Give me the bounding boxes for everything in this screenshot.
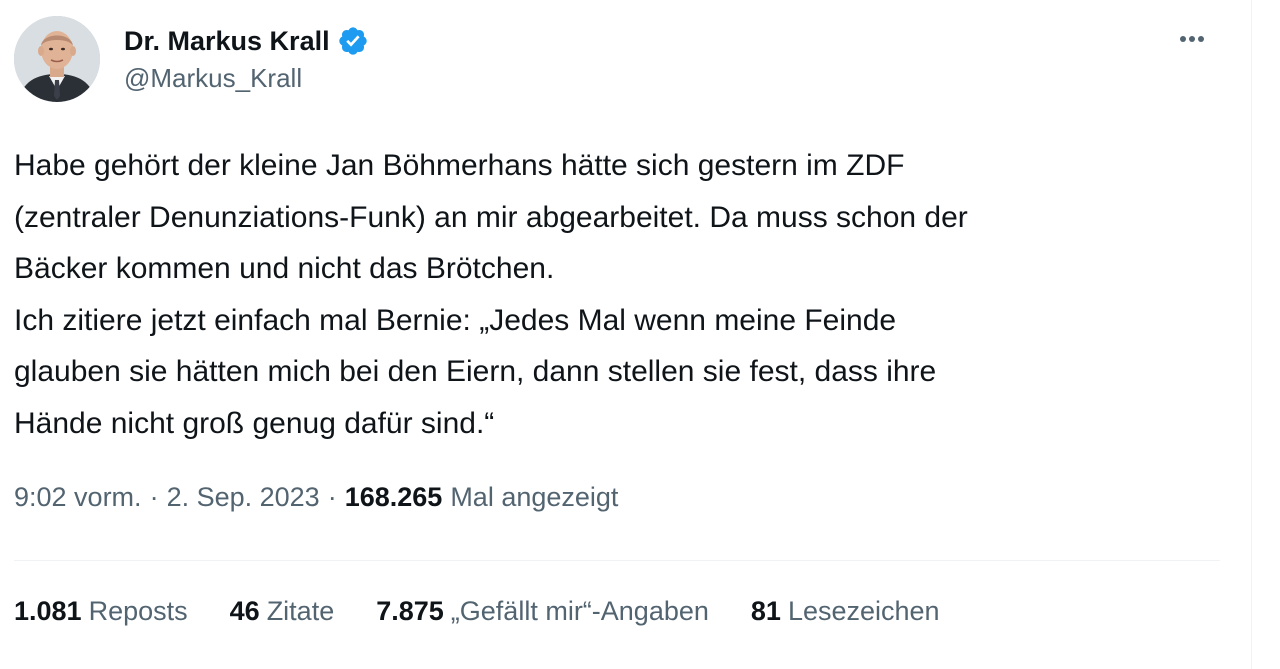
avatar[interactable]	[14, 16, 100, 102]
author-name-row: Dr. Markus Krall	[124, 21, 369, 61]
likes-stat[interactable]: 7.875 „Gefällt mir“-Angaben	[376, 596, 709, 627]
more-options-icon	[1180, 36, 1204, 42]
tweet-date[interactable]: 2. Sep. 2023	[167, 482, 320, 513]
profile-photo	[14, 16, 100, 102]
author-display-name[interactable]: Dr. Markus Krall	[124, 26, 330, 57]
tweet-detail: Dr. Markus Krall @Markus_Krall Habe gehö…	[0, 0, 1280, 669]
quotes-stat[interactable]: 46 Zitate	[230, 596, 335, 627]
tweet-text: Habe gehört der kleine Jan Böhmerhans hä…	[14, 140, 1229, 449]
tweet-text-line: (zentraler Denunziations-Funk) an mir ab…	[14, 200, 968, 234]
tweet-text-line: Bäcker kommen und nicht das Brötchen.	[14, 252, 555, 285]
reposts-label: Reposts	[88, 596, 188, 626]
bookmarks-stat[interactable]: 81 Lesezeichen	[751, 596, 940, 627]
column-border	[1251, 0, 1252, 669]
tweet-text-line: Habe gehört der kleine Jan Böhmerhans hä…	[14, 149, 905, 182]
views-count: 168.265	[344, 482, 443, 512]
separator-dot: ·	[149, 482, 159, 512]
quotes-count: 46	[229, 596, 260, 626]
bookmarks-count: 81	[750, 596, 781, 626]
tweet-time[interactable]: 9:02 vorm.	[14, 482, 142, 513]
author-handle[interactable]: @Markus_Krall	[124, 63, 302, 94]
engagement-stats: 1.081 Reposts 46 Zitate 7.875 „Gefällt mir“…	[14, 596, 982, 627]
likes-label: „Gefällt mir“-Angaben	[450, 596, 709, 626]
tweet-text-line: Hände nicht groß genug dafür sind.“	[14, 406, 495, 440]
likes-count: 7.875	[376, 596, 444, 626]
tweet-metadata: 9:02 vorm. · 2. Sep. 2023 · 168.265 Mal …	[14, 482, 618, 513]
quotes-label: Zitate	[266, 596, 335, 626]
verified-badge-icon[interactable]	[337, 25, 369, 57]
reposts-stat[interactable]: 1.081 Reposts	[14, 596, 188, 627]
divider	[14, 560, 1220, 561]
reposts-count: 1.081	[14, 596, 82, 626]
more-options-button[interactable]	[1170, 22, 1214, 56]
tweet-text-line: Ich zitiere jetzt einfach mal Bernie: „J…	[14, 303, 897, 337]
bookmarks-label: Lesezeichen	[787, 596, 940, 626]
separator-dot: ·	[327, 482, 337, 512]
views-label: Mal angezeigt	[450, 482, 619, 512]
tweet-text-line: glauben sie hätten mich bei den Eiern, d…	[14, 355, 937, 388]
